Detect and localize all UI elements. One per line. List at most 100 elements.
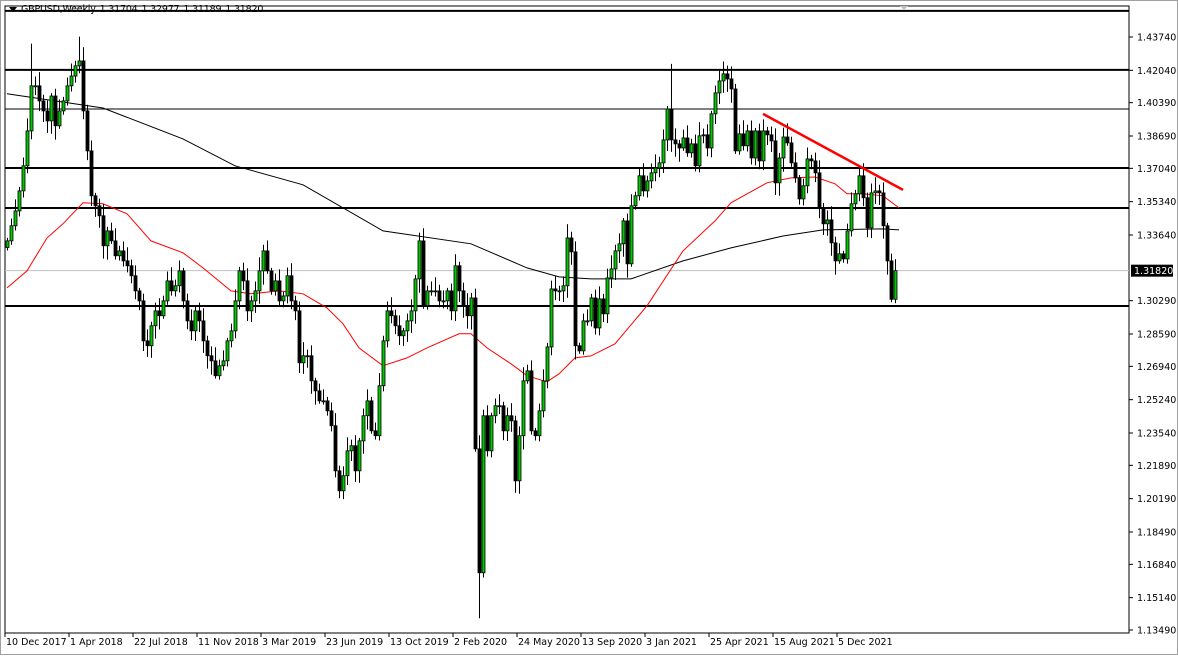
bullish-candle xyxy=(762,131,765,161)
plot-area[interactable] xyxy=(5,6,1129,633)
dropdown-triangle-icon[interactable] xyxy=(9,7,17,12)
bullish-candle xyxy=(194,311,197,331)
bullish-candle xyxy=(234,301,237,331)
bullish-candle xyxy=(274,281,277,291)
bullish-candle xyxy=(738,134,741,151)
bearish-candle xyxy=(694,144,697,166)
bullish-candle xyxy=(258,271,261,291)
bullish-candle xyxy=(26,131,29,166)
bullish-candle xyxy=(382,341,385,386)
x-axis-label: 10 Dec 2017 xyxy=(6,637,67,648)
y-axis-label: 1.38690 xyxy=(1137,131,1176,142)
bearish-candle xyxy=(270,271,273,291)
chart-window[interactable]: 1.437401.420401.403901.386901.370401.353… xyxy=(0,0,1178,655)
bearish-candle xyxy=(786,137,789,143)
bearish-candle xyxy=(578,346,581,351)
bullish-candle xyxy=(586,321,589,322)
bearish-candle xyxy=(458,266,461,291)
bullish-candle xyxy=(710,114,713,148)
bullish-candle xyxy=(590,298,593,321)
chart-title: GBPUSD,Weekly 1.31704 1.32977 1.31189 1.… xyxy=(9,4,263,15)
bullish-candle xyxy=(174,286,177,291)
bullish-candle xyxy=(682,138,685,148)
bearish-candle xyxy=(830,220,833,243)
bullish-candle xyxy=(58,111,61,126)
bullish-candle xyxy=(826,220,829,224)
bullish-candle xyxy=(494,406,497,416)
bullish-candle xyxy=(118,251,121,256)
bearish-candle xyxy=(474,298,477,449)
x-axis-label: 11 Nov 2018 xyxy=(198,637,259,648)
open-value: 1.31704 xyxy=(100,4,138,15)
bullish-candle xyxy=(34,86,37,87)
bullish-candle xyxy=(806,159,809,186)
price-chart[interactable]: 1.437401.420401.403901.386901.370401.353… xyxy=(1,1,1178,656)
bullish-candle xyxy=(22,166,25,191)
bullish-candle xyxy=(538,411,541,436)
bearish-candle xyxy=(878,191,881,193)
bullish-candle xyxy=(434,291,437,292)
bearish-candle xyxy=(266,251,269,271)
x-axis-label: 24 May 2020 xyxy=(518,637,580,648)
bullish-candle xyxy=(622,221,625,244)
bearish-candle xyxy=(390,311,393,316)
bullish-candle xyxy=(518,436,521,481)
bullish-candle xyxy=(442,301,445,302)
bullish-candle xyxy=(550,289,553,347)
bearish-candle xyxy=(750,131,753,158)
bearish-candle xyxy=(438,291,441,301)
y-axis-label: 1.35340 xyxy=(1137,197,1176,208)
bearish-candle xyxy=(122,251,125,261)
y-axis-label: 1.30290 xyxy=(1137,296,1176,307)
bearish-candle xyxy=(94,196,97,206)
bullish-candle xyxy=(410,311,413,321)
bullish-candle xyxy=(286,276,289,296)
bullish-candle xyxy=(358,441,361,471)
x-axis-label: 3 Jan 2021 xyxy=(646,637,697,648)
x-axis-label: 13 Sep 2020 xyxy=(582,637,642,648)
bullish-candle xyxy=(498,406,501,407)
bullish-candle xyxy=(802,186,805,199)
bullish-candle xyxy=(658,163,661,168)
bullish-candle xyxy=(10,226,13,241)
bearish-candle xyxy=(206,341,209,356)
bearish-candle xyxy=(674,140,677,144)
y-axis-label: 1.33640 xyxy=(1137,230,1176,241)
bullish-candle xyxy=(106,231,109,246)
y-axis-label: 1.42040 xyxy=(1137,66,1176,77)
x-axis-label: 5 Dec 2021 xyxy=(838,637,893,648)
bearish-candle xyxy=(310,356,313,381)
bearish-candle xyxy=(374,431,377,436)
bearish-candle xyxy=(294,301,297,311)
bullish-candle xyxy=(722,74,725,81)
bearish-candle xyxy=(758,131,761,161)
bearish-candle xyxy=(394,316,397,326)
bearish-candle xyxy=(594,298,597,328)
bearish-candle xyxy=(326,401,329,411)
bullish-candle xyxy=(662,140,665,163)
bullish-candle xyxy=(606,278,609,314)
bearish-candle xyxy=(398,326,401,336)
bearish-candle xyxy=(46,111,49,121)
bullish-candle xyxy=(614,251,617,269)
bullish-candle xyxy=(482,416,485,573)
bearish-candle xyxy=(890,261,893,299)
bullish-candle xyxy=(406,321,409,331)
x-axis-label: 15 Aug 2021 xyxy=(774,637,835,648)
bullish-candle xyxy=(782,137,785,158)
bearish-candle xyxy=(182,271,185,301)
bullish-candle xyxy=(714,93,717,114)
bullish-candle xyxy=(386,311,389,341)
bearish-candle xyxy=(146,341,149,346)
bearish-candle xyxy=(170,281,173,291)
symbol-label: GBPUSD,Weekly xyxy=(21,4,96,15)
bullish-candle xyxy=(778,158,781,183)
bearish-candle xyxy=(706,135,709,148)
bearish-candle xyxy=(774,141,777,183)
bearish-candle xyxy=(98,206,101,216)
bullish-candle xyxy=(418,241,421,279)
y-axis-label: 1.37040 xyxy=(1137,164,1176,175)
low-value: 1.31189 xyxy=(183,4,221,15)
bearish-candle xyxy=(138,291,141,301)
y-axis-label: 1.18490 xyxy=(1137,527,1176,538)
